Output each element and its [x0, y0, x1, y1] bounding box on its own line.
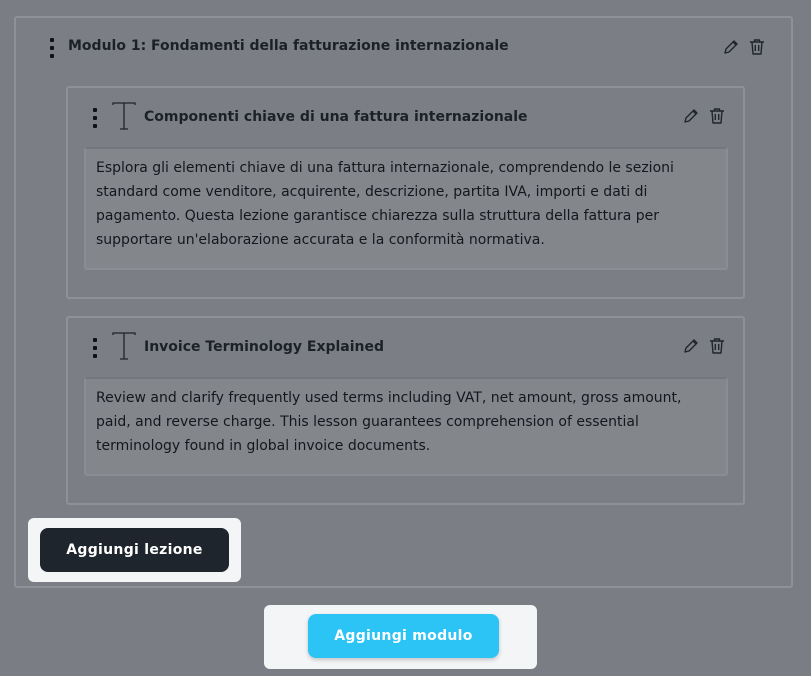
lesson-card: Componenti chiave di una fattura interna… [66, 86, 745, 299]
drag-handle-icon[interactable] [93, 108, 97, 128]
lesson-description[interactable]: Review and clarify frequently used terms… [84, 377, 728, 476]
lesson-card: Invoice Terminology Explained Review and… [66, 316, 745, 505]
lesson-title: Componenti chiave di una fattura interna… [144, 109, 528, 125]
drag-handle-icon[interactable] [50, 38, 54, 58]
add-module-highlight: Aggiungi modulo [264, 605, 537, 669]
pencil-icon[interactable] [722, 38, 740, 56]
trash-icon[interactable] [708, 107, 726, 125]
add-lesson-highlight: Aggiungi lezione [28, 518, 241, 582]
lesson-title: Invoice Terminology Explained [144, 339, 385, 355]
trash-icon[interactable] [748, 38, 766, 56]
add-lesson-button[interactable]: Aggiungi lezione [40, 528, 229, 572]
trash-icon[interactable] [708, 337, 726, 355]
text-type-icon [112, 102, 136, 130]
pencil-icon[interactable] [682, 107, 700, 125]
module-header: Modulo 1: Fondamenti della fatturazione … [16, 18, 791, 78]
add-module-button[interactable]: Aggiungi modulo [308, 614, 499, 658]
pencil-icon[interactable] [682, 337, 700, 355]
drag-handle-icon[interactable] [93, 338, 97, 358]
module-card: Modulo 1: Fondamenti della fatturazione … [14, 16, 793, 588]
lesson-description[interactable]: Esplora gli elementi chiave di una fattu… [84, 147, 728, 270]
text-type-icon [112, 332, 136, 360]
module-title: Modulo 1: Fondamenti della fatturazione … [68, 38, 509, 54]
